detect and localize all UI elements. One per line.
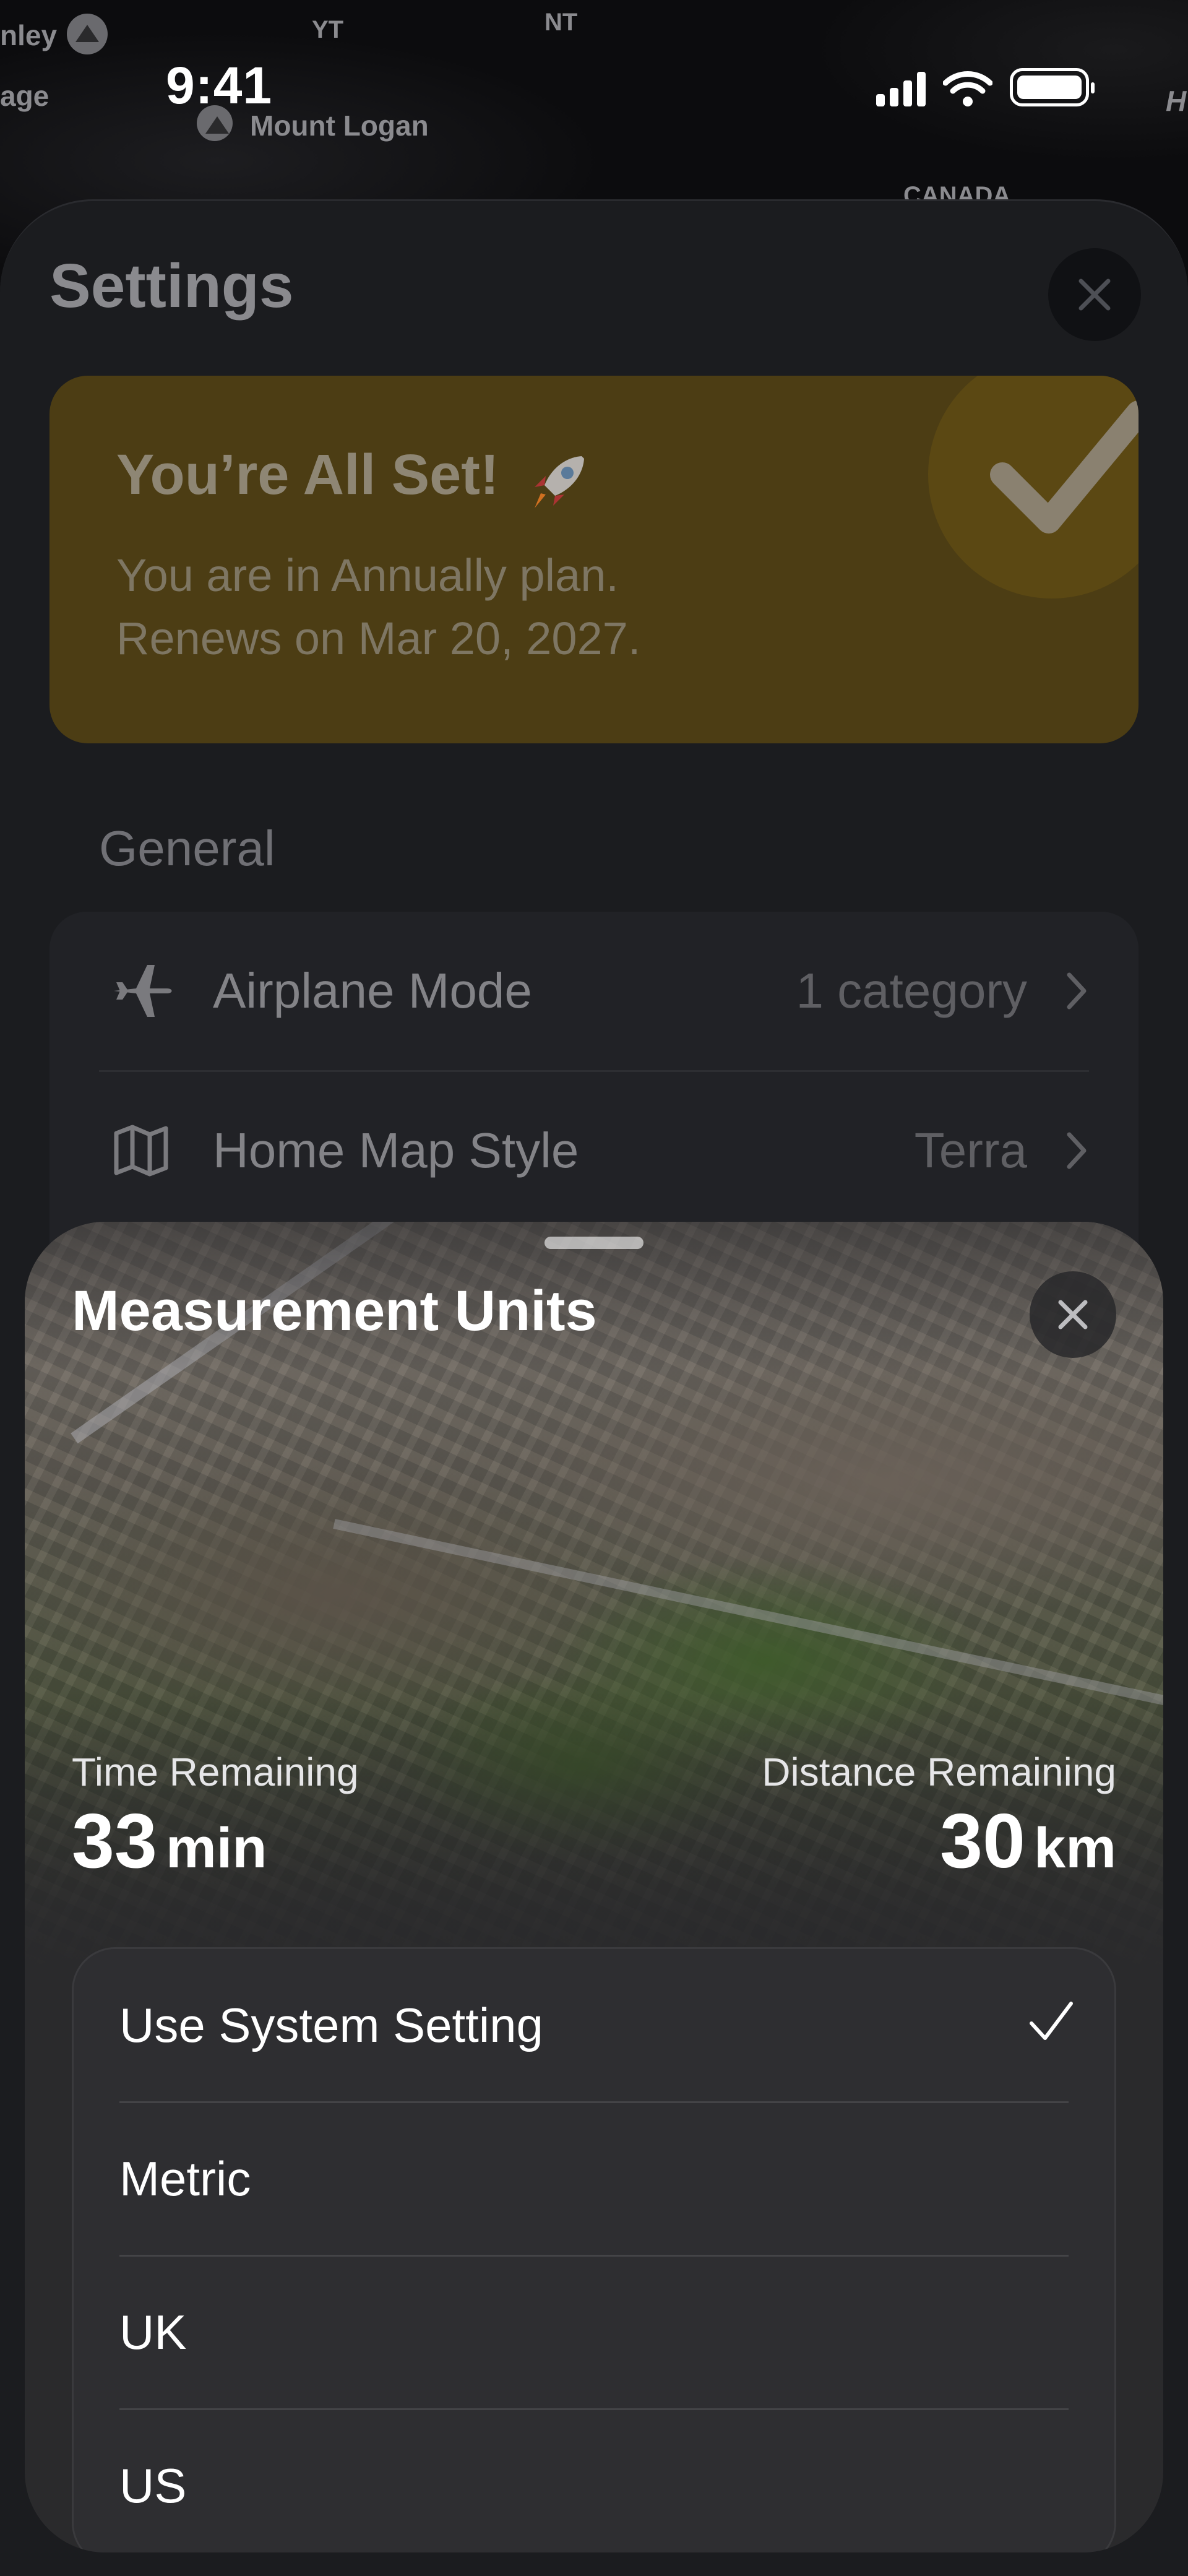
row-value: 1 category — [796, 963, 1027, 1018]
distance-remaining-label: Distance Remaining — [762, 1750, 1116, 1794]
sheet-close-button[interactable] — [1030, 1271, 1116, 1358]
distance-remaining-unit: km — [1034, 1817, 1116, 1880]
time-remaining-label: Time Remaining — [72, 1750, 359, 1794]
plan-text: You are in Annually plan. — [116, 550, 619, 601]
units-options-list: Use System Setting Metric UK US — [72, 1947, 1116, 2552]
section-header-general: General — [99, 821, 275, 876]
mountain-icon — [67, 14, 108, 54]
status-time: 9:41 — [166, 56, 273, 115]
option-uk[interactable]: UK — [74, 2256, 1118, 2408]
time-remaining-unit: min — [165, 1817, 267, 1880]
battery-icon — [1010, 68, 1095, 106]
distance-remaining-value: 30 km — [940, 1797, 1116, 1885]
map-label: YT — [312, 16, 344, 43]
status-icons — [876, 68, 1095, 106]
airplane-icon — [114, 965, 172, 1017]
road — [333, 1519, 1163, 1709]
time-remaining-number: 33 — [72, 1799, 157, 1884]
map-label: age — [0, 80, 50, 112]
map-icon — [114, 1125, 168, 1177]
sheet-grabber[interactable] — [544, 1237, 644, 1249]
home-map-style-row[interactable]: Home Map Style Terra — [50, 1071, 1138, 1230]
time-remaining-value: 33 min — [72, 1797, 267, 1885]
checkmark-icon — [1030, 2002, 1073, 2040]
row-label: Airplane Mode — [213, 963, 532, 1018]
option-use-system-setting[interactable]: Use System Setting — [74, 1949, 1118, 2101]
option-label: UK — [119, 2305, 187, 2359]
wifi-icon — [943, 71, 992, 106]
close-icon — [1058, 1300, 1088, 1329]
map-label: Mount Logan — [250, 110, 429, 142]
map-label: NT — [544, 9, 578, 36]
rocket-icon — [535, 456, 584, 508]
airplane-mode-row[interactable]: Airplane Mode 1 category — [50, 912, 1138, 1070]
settings-close-button[interactable] — [1048, 248, 1141, 341]
close-icon — [1078, 279, 1111, 311]
option-us[interactable]: US — [74, 2410, 1118, 2552]
cellular-signal-icon — [876, 72, 926, 106]
renewal-text: Renews on Mar 20, 2027. — [116, 613, 641, 664]
distance-remaining-number: 30 — [940, 1799, 1026, 1884]
option-label: Metric — [119, 2151, 251, 2206]
chevron-right-icon — [1067, 972, 1087, 1009]
promo-title: You’re All Set! — [116, 443, 499, 506]
sheet-title: Measurement Units — [72, 1279, 597, 1342]
settings-title: Settings — [50, 251, 294, 321]
option-metric[interactable]: Metric — [74, 2103, 1118, 2255]
map-label: nley — [0, 19, 58, 51]
option-label: US — [119, 2458, 187, 2513]
row-label: Home Map Style — [213, 1123, 579, 1178]
map-label: H — [1166, 85, 1187, 117]
option-label: Use System Setting — [119, 1998, 543, 2052]
chevron-right-icon — [1067, 1132, 1087, 1169]
subscription-status-card: You’re All Set! You are in Annually plan… — [50, 376, 1138, 743]
checkmark-icon — [990, 400, 1138, 534]
measurement-units-sheet: Measurement Units Time Remaining 33 min D… — [25, 1222, 1163, 2552]
row-value: Terra — [914, 1123, 1027, 1178]
